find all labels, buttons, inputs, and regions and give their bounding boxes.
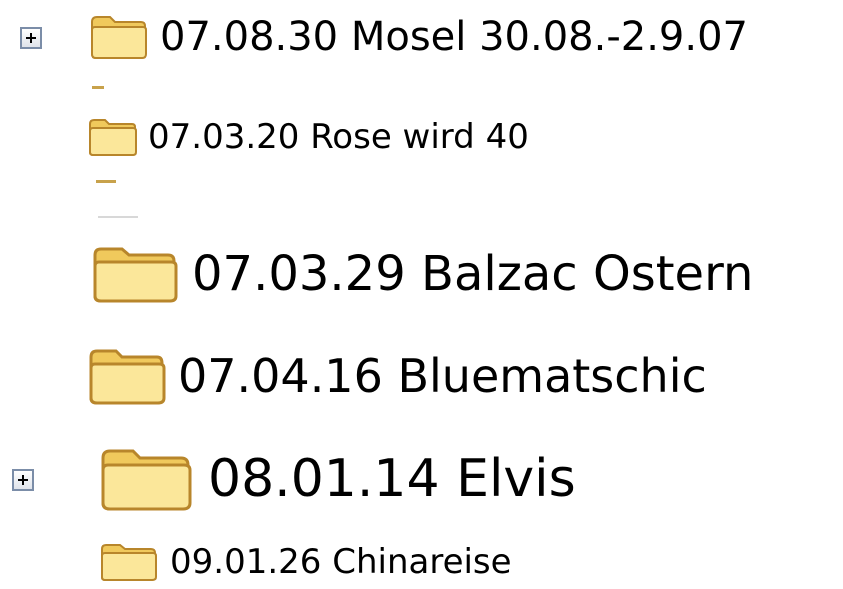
divider [98, 216, 138, 218]
folder-tree: 07.08.30 Mosel 30.08.-2.9.07 07.03.20 Ro… [0, 0, 843, 589]
folder-icon [100, 542, 158, 582]
tree-item-chinareise[interactable]: 09.01.26 Chinareise [100, 540, 512, 584]
folder-icon [90, 14, 148, 60]
folder-icon [92, 245, 178, 303]
expand-icon[interactable] [12, 469, 34, 491]
tree-item-label: 07.08.30 Mosel 30.08.-2.9.07 [160, 14, 748, 60]
folder-icon [100, 447, 192, 511]
tree-item-label: 07.03.29 Balzac Ostern [192, 246, 754, 302]
folder-icon [88, 347, 166, 405]
expand-icon[interactable] [20, 27, 42, 49]
tree-item-label: 07.04.16 Bluematschic [178, 349, 707, 403]
tree-connector [92, 86, 104, 89]
tree-item-balzac[interactable]: 07.03.29 Balzac Ostern [92, 244, 753, 304]
tree-item-mosel[interactable]: 07.08.30 Mosel 30.08.-2.9.07 [90, 10, 748, 64]
tree-item-label: 08.01.14 Elvis [208, 449, 576, 509]
tree-item-label: 07.03.20 Rose wird 40 [148, 117, 529, 157]
tree-item-label: 09.01.26 Chinareise [170, 542, 512, 582]
tree-connector [96, 180, 116, 183]
folder-icon [88, 117, 138, 157]
tree-item-rose[interactable]: 07.03.20 Rose wird 40 [88, 114, 529, 160]
tree-item-elvis[interactable]: 08.01.14 Elvis [100, 446, 576, 512]
tree-item-bluematschic[interactable]: 07.04.16 Bluematschic [88, 346, 707, 406]
